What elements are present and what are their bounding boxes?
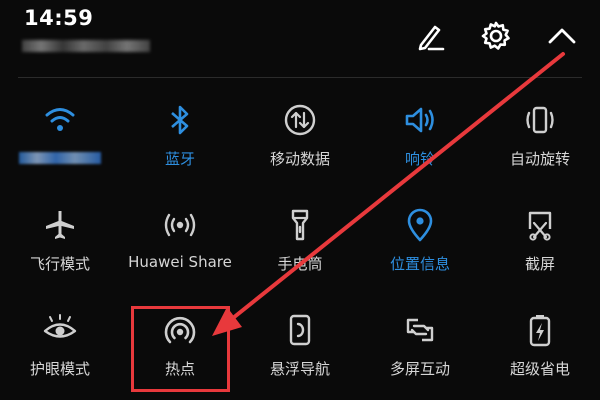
- screenshot-icon: [522, 207, 558, 243]
- ring-icon: [402, 102, 438, 138]
- ultra-power-saving-icon: [522, 312, 558, 348]
- tile-eye-comfort[interactable]: 护眼模式: [0, 294, 120, 399]
- tile-auto-rotate[interactable]: 自动旋转: [480, 84, 600, 189]
- tile-label: 截屏: [524, 255, 555, 273]
- tile-wifi[interactable]: [0, 84, 120, 189]
- tile-label: 护眼模式: [29, 360, 90, 378]
- chevron-up-icon: [548, 28, 576, 44]
- edit-icon: [418, 25, 445, 51]
- eye-comfort-icon: [42, 312, 78, 348]
- tile-flashlight[interactable]: 手电筒: [240, 189, 360, 294]
- huawei-share-icon: [162, 207, 198, 243]
- quick-settings-row: 护眼模式 热点 悬浮导航 多屏互动 超级省电: [0, 294, 600, 399]
- carrier-info: [22, 40, 150, 52]
- tile-location[interactable]: 位置信息: [360, 189, 480, 294]
- status-time: 14:59: [24, 6, 94, 30]
- tile-screenshot[interactable]: 截屏: [480, 189, 600, 294]
- quick-settings-row: 蓝牙 移动数据 响铃 自动旋转: [0, 84, 600, 189]
- tile-label: 移动数据: [269, 150, 330, 168]
- location-icon: [402, 207, 438, 243]
- quick-settings-grid: 蓝牙 移动数据 响铃 自动旋转 飞行模式 Huawei Share 手电筒 位置…: [0, 84, 600, 399]
- airplane-icon: [42, 207, 78, 243]
- settings-button[interactable]: [476, 16, 516, 56]
- tile-label: 位置信息: [389, 255, 450, 273]
- collapse-button[interactable]: [542, 16, 582, 56]
- tile-label: 自动旋转: [509, 150, 570, 168]
- bluetooth-icon: [162, 102, 198, 138]
- mobile-data-icon: [282, 102, 318, 138]
- header-actions: [410, 16, 582, 56]
- tile-huawei-share[interactable]: Huawei Share: [120, 189, 240, 294]
- tile-airplane[interactable]: 飞行模式: [0, 189, 120, 294]
- tile-ring[interactable]: 响铃: [360, 84, 480, 189]
- gear-icon: [481, 21, 510, 50]
- hotspot-highlight-box: [131, 306, 230, 392]
- tile-label: 多屏互动: [389, 360, 450, 378]
- tile-label: 悬浮导航: [269, 360, 330, 378]
- multi-screen-icon: [402, 312, 438, 348]
- tile-multi-screen[interactable]: 多屏互动: [360, 294, 480, 399]
- tile-label: 蓝牙: [164, 150, 195, 168]
- auto-rotate-icon: [522, 102, 558, 138]
- tile-label: 响铃: [404, 150, 435, 168]
- floating-nav-icon: [282, 312, 318, 348]
- tile-mobile-data[interactable]: 移动数据: [240, 84, 360, 189]
- tile-label: Huawei Share: [128, 253, 232, 271]
- tile-bluetooth[interactable]: 蓝牙: [120, 84, 240, 189]
- tile-label: 手电筒: [277, 255, 323, 273]
- tile-label: 飞行模式: [29, 255, 90, 273]
- wifi-network-name: [19, 152, 101, 164]
- header-divider: [18, 77, 582, 78]
- tile-floating-nav[interactable]: 悬浮导航: [240, 294, 360, 399]
- wifi-icon: [42, 102, 78, 138]
- edit-button[interactable]: [410, 16, 450, 56]
- quick-settings-row: 飞行模式 Huawei Share 手电筒 位置信息 截屏: [0, 189, 600, 294]
- tile-label: 超级省电: [509, 360, 570, 378]
- flashlight-icon: [282, 207, 318, 243]
- tile-ultra-power-saving[interactable]: 超级省电: [480, 294, 600, 399]
